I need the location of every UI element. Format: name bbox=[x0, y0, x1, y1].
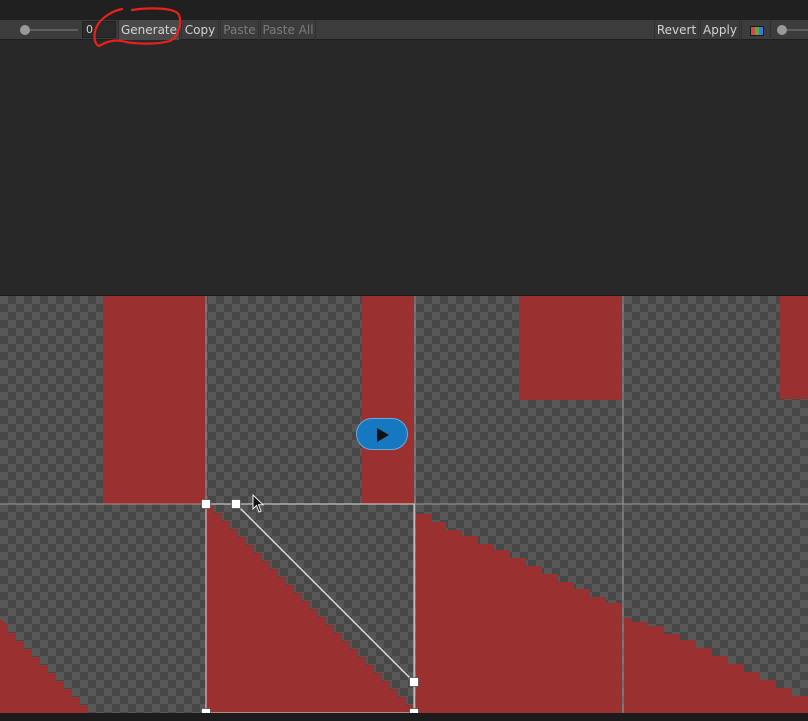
sprite-canvas[interactable] bbox=[0, 295, 808, 714]
zoom-slider-handle[interactable] bbox=[20, 25, 30, 35]
sprite-cell-red bbox=[103, 296, 205, 504]
paste-all-button[interactable]: Paste All bbox=[260, 20, 316, 40]
apply-button[interactable]: Apply bbox=[700, 20, 740, 40]
revert-button[interactable]: Revert bbox=[654, 20, 699, 40]
paste-button[interactable]: Paste bbox=[220, 20, 259, 40]
sprite-sheet bbox=[0, 296, 808, 714]
outline-handle bbox=[409, 677, 419, 687]
bottom-status-bar bbox=[0, 713, 808, 721]
play-icon bbox=[377, 428, 389, 442]
color-channels-button[interactable] bbox=[741, 20, 771, 40]
sprite-cell-red bbox=[780, 296, 808, 399]
sprite-cell-red bbox=[0, 619, 88, 713]
sprite-cell-red bbox=[519, 296, 622, 400]
outline-handle bbox=[201, 499, 211, 509]
mouse-pointer-icon bbox=[252, 494, 265, 513]
sprite-cell-red bbox=[362, 296, 414, 504]
copy-button[interactable]: Copy bbox=[181, 20, 219, 40]
sprite-cell-red bbox=[624, 618, 808, 713]
outline-handle bbox=[231, 499, 241, 509]
channel-slider-handle[interactable] bbox=[777, 25, 787, 35]
sprite-cell-red bbox=[206, 504, 414, 713]
red-circle-annotation bbox=[93, 7, 182, 48]
sprite-cell-red bbox=[416, 514, 622, 713]
rgb-channels-icon bbox=[750, 26, 764, 36]
play-button[interactable] bbox=[356, 418, 408, 450]
